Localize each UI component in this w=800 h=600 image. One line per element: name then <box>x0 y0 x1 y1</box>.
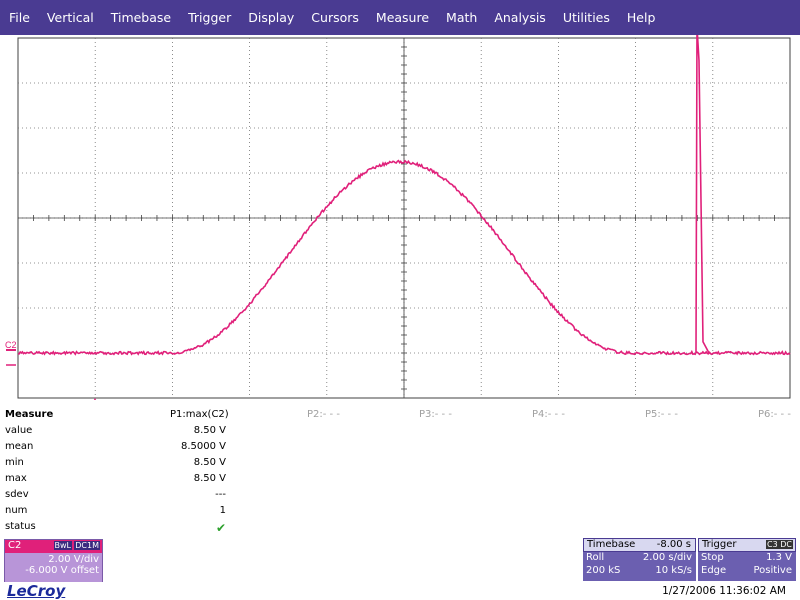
menu-measure[interactable]: Measure <box>367 10 437 25</box>
measure-row-value-sdev: --- <box>215 489 226 500</box>
sample-rate: 10 kS/s <box>655 565 692 576</box>
menu-help[interactable]: Help <box>618 10 664 25</box>
timebase-delay: -8.00 s <box>657 539 691 550</box>
datetime: 1/27/2006 11:36:02 AM <box>662 585 786 597</box>
status-footer: LeCroy 1/27/2006 11:36:02 AM <box>0 582 800 600</box>
trigger-state: Stop <box>701 552 724 563</box>
measure-param-p4[interactable]: P4:- - - <box>532 409 565 420</box>
measure-param-p5[interactable]: P5:- - - <box>645 409 678 420</box>
volts-per-div: 2.00 V/div <box>5 554 102 565</box>
measure-param-p1[interactable]: P1:max(C2) <box>170 409 229 420</box>
measure-param-p6[interactable]: P6:- - - <box>758 409 791 420</box>
menu-trigger[interactable]: Trigger <box>179 10 239 25</box>
lecroy-logo: LeCroy <box>7 582 65 600</box>
menu-utilities[interactable]: Utilities <box>554 10 618 25</box>
measure-row-value-min: 8.50 V <box>194 457 226 468</box>
menu-math[interactable]: Math <box>437 10 485 25</box>
timebase-descriptor-box[interactable]: Timebase -8.00 s Roll 2.00 s/div 200 kS 10… <box>583 538 696 581</box>
time-per-div: 2.00 s/div <box>643 552 692 563</box>
measure-row-value-value: 8.50 V <box>194 425 226 436</box>
coupling-badge: DC1M <box>74 541 100 550</box>
bandwidth-limit-badge: BwL <box>54 541 73 550</box>
trace-c2-label[interactable]: C2 <box>5 340 17 350</box>
timebase-title: Timebase <box>587 539 635 550</box>
measure-row-value-mean: 8.5000 V <box>181 441 226 452</box>
channel-offset: -6.000 V offset <box>5 565 102 576</box>
trigger-slope: Positive <box>753 565 792 576</box>
menu-cursors[interactable]: Cursors <box>302 10 367 25</box>
channel-name: C2 <box>8 540 21 551</box>
measure-row-label-mean: mean <box>5 441 33 452</box>
menu-bar: File Vertical Timebase Trigger Display Cursor… <box>0 0 800 35</box>
measure-row-label-num: num <box>5 505 27 516</box>
menu-analysis[interactable]: Analysis <box>485 10 554 25</box>
waveform-grid: C2 <box>0 35 800 400</box>
measure-row-value-max: 8.50 V <box>194 473 226 484</box>
menu-timebase[interactable]: Timebase <box>102 10 179 25</box>
measure-row-label-max: max <box>5 473 27 484</box>
timebase-mode: Roll <box>586 552 604 563</box>
measure-row-label-min: min <box>5 457 24 468</box>
scope-display[interactable]: C2 <box>0 35 800 400</box>
sample-count: 200 kS <box>586 565 620 576</box>
channel-descriptor-box[interactable]: C2 BwL DC1M 2.00 V/div -6.000 V offset <box>4 539 103 583</box>
measure-row-value-num: 1 <box>220 505 226 516</box>
menu-file[interactable]: File <box>0 10 38 25</box>
trigger-level: 1.3 V <box>766 552 792 563</box>
measure-panel: Measure P1:max(C2) P2:- - - P3:- - - P4:- -… <box>0 407 800 537</box>
measure-row-label-sdev: sdev <box>5 489 29 500</box>
measure-param-p2[interactable]: P2:- - - <box>307 409 340 420</box>
trigger-descriptor-box[interactable]: Trigger C3 DC Stop 1.3 V Edge Positive <box>698 538 796 581</box>
menu-display[interactable]: Display <box>239 10 302 25</box>
measure-row-value-status: ✔ <box>216 521 226 535</box>
trigger-source-badge: C3 DC <box>766 540 793 549</box>
menu-vertical[interactable]: Vertical <box>38 10 102 25</box>
measure-row-label-value: value <box>5 425 32 436</box>
measure-row-label-status: status <box>5 521 36 532</box>
measure-title: Measure <box>5 409 53 420</box>
measure-param-p3[interactable]: P3:- - - <box>419 409 452 420</box>
trigger-title: Trigger <box>702 539 737 550</box>
trigger-type: Edge <box>701 565 726 576</box>
